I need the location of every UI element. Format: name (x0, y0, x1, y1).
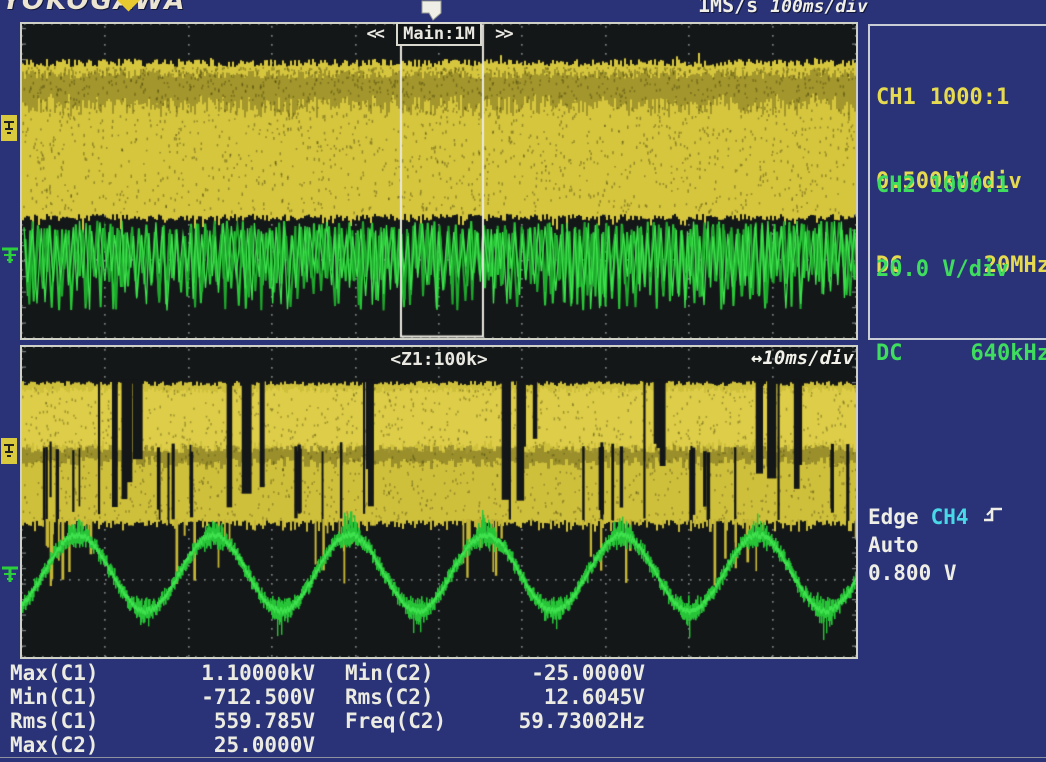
main-waveform-canvas (22, 24, 856, 338)
ch1-position-marker-zoom (1, 438, 20, 468)
measurement-label: Max(C1) (10, 661, 145, 685)
oscilloscope-screen: YOKOGAWA 1MS/s 100ms/div << Main:1M >> <… (0, 0, 1046, 762)
measurement-row: Freq(C2)59.73002Hz (345, 709, 645, 733)
trigger-settings: Edge CH4 Auto 0.800 V (868, 503, 1005, 587)
main-record-label: Main:1M (396, 22, 482, 46)
trigger-mode: Auto (868, 531, 1005, 559)
measurement-row: Min(C1)-712.500V (10, 685, 315, 709)
ch2-scale: 20.0 V/div (876, 256, 1008, 284)
measurement-value: 559.785V (145, 709, 315, 733)
sample-rate-value: 1MS/s (698, 0, 758, 17)
yokogawa-logo: YOKOGAWA (2, 0, 187, 16)
measurement-label: Max(C2) (10, 733, 145, 757)
measurement-value: -712.500V (145, 685, 315, 709)
measurement-row: Min(C2)-25.0000V (345, 661, 645, 685)
measurement-column-2: Min(C2)-25.0000V Rms(C2)12.6045V Freq(C2… (345, 661, 645, 733)
measurement-value: 1.10000kV (145, 661, 315, 685)
measurement-row: Rms(C2)12.6045V (345, 685, 645, 709)
ch2-bandwidth: 640kHz (971, 340, 1046, 368)
scroll-right-icon: >> (495, 24, 511, 44)
zoom-waveform-window: <Z1:100k> ↔10ms/div (20, 345, 858, 659)
main-waveform-window: << Main:1M >> (20, 22, 858, 340)
trigger-source: CH4 (931, 503, 969, 531)
measurement-row: Rms(C1)559.785V (10, 709, 315, 733)
ch1-name: CH1 (876, 84, 916, 112)
zoom-timebase-value: 10ms/div (762, 347, 854, 369)
ch2-probe: 1000:1 (930, 172, 1009, 200)
ch2-position-marker-main (1, 243, 20, 271)
measurement-column-1: Max(C1)1.10000kV Min(C1)-712.500V Rms(C1… (10, 661, 315, 757)
zoom-timebase-readout: ↔10ms/div (751, 347, 854, 369)
ch2-name: CH2 (876, 172, 916, 200)
rising-edge-icon (981, 503, 1005, 531)
measurement-label: Rms(C2) (345, 685, 485, 709)
trigger-level: 0.800 V (868, 559, 1005, 587)
measurement-row: Max(C2)25.0000V (10, 733, 315, 757)
measurement-label: Min(C2) (345, 661, 485, 685)
horizontal-arrow-icon: ↔ (751, 347, 762, 369)
measurement-row: Max(C1)1.10000kV (10, 661, 315, 685)
measurement-value: 12.6045V (485, 685, 645, 709)
measurement-value: 25.0000V (145, 733, 315, 757)
ch2-position-marker-zoom (1, 562, 20, 590)
zoom-window-label: <Z1:100k> (22, 349, 856, 370)
measurement-value: -25.0000V (485, 661, 645, 685)
trigger-type: Edge (868, 503, 919, 531)
measurement-value: 59.73002Hz (485, 709, 645, 733)
ch2-coupling: DC (876, 340, 903, 368)
measurement-label: Rms(C1) (10, 709, 145, 733)
bottom-bezel-line (0, 757, 1046, 758)
zoom-waveform-canvas (22, 347, 856, 657)
measurement-label: Min(C1) (10, 685, 145, 709)
ch1-probe: 1000:1 (930, 84, 1009, 112)
main-window-header: << Main:1M >> (22, 22, 856, 46)
measurement-label: Freq(C2) (345, 709, 485, 733)
scroll-left-icon: << (366, 24, 382, 44)
sample-rate-readout: 1MS/s 100ms/div (698, 0, 860, 17)
ch2-settings-box: CH2 1000:1 20.0 V/div DC 640kHz (868, 112, 1046, 428)
main-timebase-value: 100ms/div (770, 0, 868, 17)
ch1-position-marker-main (1, 115, 20, 145)
